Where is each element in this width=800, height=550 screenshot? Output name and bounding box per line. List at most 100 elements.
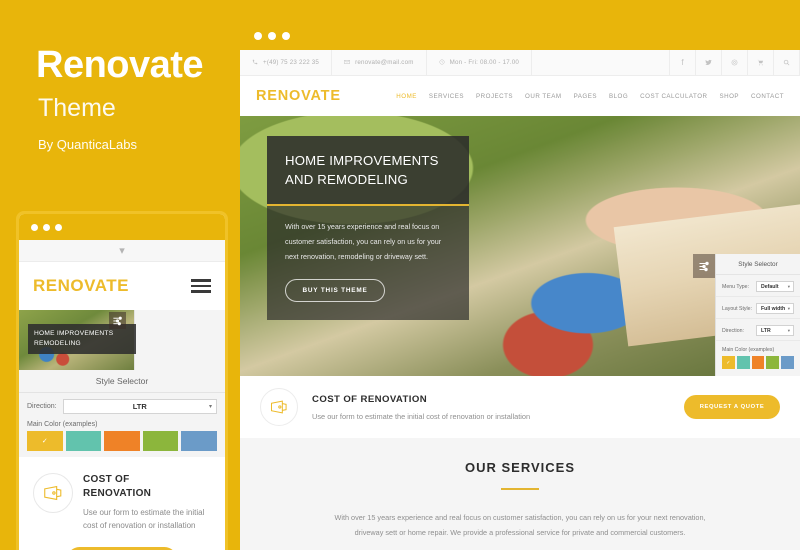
- mobile-style-selector-title: Style Selector: [19, 370, 225, 393]
- mobile-logo[interactable]: RENOVATE: [33, 276, 129, 296]
- nav-item-services[interactable]: SERVICES: [429, 93, 464, 100]
- mobile-color-swatch-0[interactable]: ✓: [27, 431, 63, 451]
- menu-type-row: Menu Type: Default ▾: [716, 275, 800, 297]
- mobile-request-quote-button[interactable]: REQUEST A QUOTE: [67, 546, 177, 550]
- services-paragraph: With over 15 years experience and real f…: [334, 513, 706, 538]
- dribbble-icon[interactable]: [722, 49, 748, 76]
- direction-value: LTR: [761, 327, 771, 334]
- mobile-color-swatches: ✓: [19, 431, 225, 457]
- mobile-direction-label: Direction:: [27, 403, 57, 410]
- chevron-down-icon[interactable]: ▾: [119, 244, 125, 257]
- mobile-topbar[interactable]: ▾: [19, 240, 225, 262]
- hero-content-box: HOME IMPROVEMENTS AND REMODELING With ov…: [267, 136, 469, 320]
- layout-style-select[interactable]: Full width ▾: [756, 303, 794, 314]
- window-dot-minimize[interactable]: [268, 32, 276, 40]
- menu-type-value: Default: [761, 283, 779, 290]
- nav-item-projects[interactable]: PROJECTS: [476, 93, 513, 100]
- hamburger-icon[interactable]: [191, 279, 211, 293]
- mobile-cost-heading-2: RENOVATION: [83, 487, 152, 499]
- topbar-spacer: [532, 49, 670, 76]
- style-selector-title: Style Selector: [716, 254, 800, 275]
- our-services-section: OUR SERVICES With over 15 years experien…: [240, 438, 800, 550]
- wallet-icon: [260, 388, 298, 426]
- nav-item-contact[interactable]: CONTACT: [751, 93, 784, 100]
- hero-paragraph: With over 15 years experience and real f…: [285, 222, 442, 261]
- main-navigation: HOME SERVICES PROJECTS OUR TEAM PAGES BL…: [396, 93, 784, 100]
- services-heading: OUR SERVICES: [464, 460, 575, 475]
- color-swatch-blue[interactable]: [781, 356, 794, 369]
- nav-item-blog[interactable]: BLOG: [609, 93, 628, 100]
- hero-title: HOME IMPROVEMENTS AND REMODELING: [267, 136, 469, 207]
- buy-this-theme-button[interactable]: BUY THIS THEME: [285, 278, 385, 302]
- mobile-hero-title-line2: REMODELING: [34, 340, 81, 348]
- main-color-label: Main Color (examples): [722, 347, 775, 353]
- topbar-phone-text: +(49) 75 23 222 35: [263, 59, 320, 66]
- request-quote-button[interactable]: REQUEST A QUOTE: [684, 395, 780, 419]
- window-dot-maximize[interactable]: [55, 223, 62, 231]
- envelope-icon: [344, 59, 350, 67]
- main-color-swatches: ✓: [716, 356, 800, 375]
- mobile-hero-title-line1: HOME IMPROVEMENTS: [34, 330, 114, 337]
- layout-style-value: Full width: [761, 305, 786, 312]
- desktop-window-chrome: [240, 22, 800, 50]
- color-swatch-green[interactable]: [766, 356, 780, 369]
- mobile-color-swatch-3[interactable]: [142, 431, 179, 451]
- hero-body: With over 15 years experience and real f…: [267, 206, 469, 320]
- clock-icon: [439, 59, 445, 67]
- mobile-window-chrome: [19, 214, 225, 240]
- mobile-mockup: ▾ RENOVATE HOME IMPROVEMENTS REMODELING …: [16, 211, 228, 550]
- color-swatch-orange[interactable]: [751, 356, 765, 369]
- sliders-icon[interactable]: [109, 312, 126, 329]
- sliders-icon[interactable]: [693, 254, 715, 278]
- mobile-color-swatch-1[interactable]: [65, 431, 102, 451]
- mobile-direction-select[interactable]: LTR ▾: [62, 399, 217, 414]
- color-swatch-teal[interactable]: [736, 356, 750, 369]
- chevron-down-icon: ▾: [787, 283, 790, 289]
- direction-select[interactable]: LTR ▾: [756, 325, 794, 336]
- chevron-down-icon: ▾: [787, 305, 790, 311]
- site-topbar: +(49) 75 23 222 35 renovate@mail.com Mon…: [240, 49, 800, 76]
- services-divider: [501, 488, 539, 490]
- promo-author: By QuanticaLabs: [38, 137, 138, 152]
- window-dot-close[interactable]: [31, 223, 38, 231]
- mobile-header: RENOVATE: [19, 262, 225, 310]
- window-dot-minimize[interactable]: [43, 223, 50, 231]
- topbar-email[interactable]: renovate@mail.com: [332, 49, 427, 76]
- cost-heading: COST OF RENOVATION: [312, 393, 428, 405]
- mobile-color-swatch-2[interactable]: [104, 431, 140, 451]
- menu-type-select[interactable]: Default ▾: [756, 281, 794, 292]
- search-icon[interactable]: [774, 49, 800, 76]
- promo-title: Renovate: [36, 44, 204, 86]
- mobile-cost-paragraph: Use our form to estimate the initial cos…: [83, 508, 205, 530]
- topbar-hours-text: Mon - Fri: 08.00 - 17.00: [449, 59, 520, 66]
- window-dot-close[interactable]: [254, 32, 262, 40]
- layout-style-row: Layout Style: Full width ▾: [716, 297, 800, 319]
- phone-icon: [252, 59, 258, 67]
- hero-title-line2: AND REMODELING: [285, 171, 408, 187]
- nav-item-home[interactable]: HOME: [396, 93, 417, 100]
- topbar-phone[interactable]: +(49) 75 23 222 35: [240, 49, 333, 76]
- site-header: RENOVATE HOME SERVICES PROJECTS OUR TEAM…: [240, 76, 800, 116]
- mobile-direction-row: Direction: LTR ▾: [19, 393, 225, 416]
- nav-item-our-team[interactable]: OUR TEAM: [525, 93, 562, 100]
- twitter-icon[interactable]: [696, 49, 722, 76]
- facebook-icon[interactable]: f: [670, 49, 696, 76]
- style-selector-panel: Style Selector Menu Type: Default ▾ Layo…: [715, 254, 800, 376]
- mobile-style-selector: Style Selector Direction: LTR ▾ Main Col…: [19, 370, 225, 457]
- wallet-icon: [33, 473, 73, 513]
- mobile-color-swatch-4[interactable]: [181, 431, 217, 451]
- mobile-style-panel-bg: [134, 310, 225, 370]
- nav-item-cost-calculator[interactable]: COST CALCULATOR: [640, 93, 707, 100]
- chevron-down-icon: ▾: [208, 404, 212, 410]
- mobile-cost-section: COST OF RENOVATION Use our form to estim…: [19, 457, 225, 550]
- color-swatch-yellow[interactable]: ✓: [722, 356, 735, 369]
- layout-style-label: Layout Style:: [722, 305, 752, 312]
- site-logo[interactable]: RENOVATE: [256, 88, 341, 104]
- nav-item-shop[interactable]: SHOP: [720, 93, 740, 100]
- window-dot-maximize[interactable]: [282, 32, 290, 40]
- nav-item-pages[interactable]: PAGES: [574, 93, 597, 100]
- direction-label: Direction:: [722, 327, 744, 334]
- cart-icon[interactable]: [748, 49, 774, 76]
- hero-title-line1: HOME IMPROVEMENTS: [285, 153, 439, 168]
- desktop-mockup: +(49) 75 23 222 35 renovate@mail.com Mon…: [240, 22, 800, 550]
